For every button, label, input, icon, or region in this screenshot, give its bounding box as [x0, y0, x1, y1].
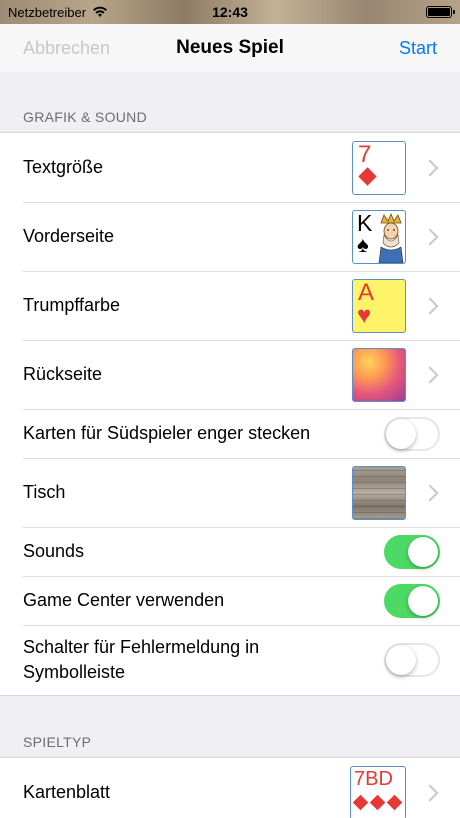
row-label: Tisch	[23, 482, 66, 502]
row-sounds: Sounds	[0, 527, 460, 576]
row-label: Sounds	[23, 541, 85, 561]
diamond-icon	[358, 166, 377, 186]
status-time: 12:43	[212, 4, 248, 20]
status-bar: Netzbetreiber 12:43	[0, 0, 460, 24]
card-back-preview-image	[352, 347, 406, 402]
sounds-toggle[interactable]	[384, 534, 440, 569]
row-text-size[interactable]: Textgröße 7	[0, 133, 460, 202]
row-trump-color[interactable]: Trumpffarbe A ♥	[0, 271, 460, 340]
ace-of-hearts-card-icon: A ♥	[352, 278, 406, 333]
carrier-name: Netzbetreiber	[8, 4, 87, 20]
row-game-center: Game Center verwenden	[0, 576, 460, 625]
row-label: Trumpffarbe	[23, 295, 121, 315]
tighter-cards-toggle[interactable]	[384, 416, 440, 451]
diamond-icon	[352, 794, 369, 810]
settings-group-graphics: Textgröße 7 Vorderseite K ♠ Trumpffarbe …	[0, 132, 460, 696]
row-front[interactable]: Vorderseite K ♠	[0, 202, 460, 271]
diamond-icon	[369, 794, 386, 810]
row-label: Schalter für Fehlermeldung in Symbolleis…	[23, 637, 260, 682]
card-ranks: 7BD	[354, 767, 393, 790]
seven-of-diamonds-card-icon: 7	[352, 140, 406, 195]
row-tighter-cards: Karten für Südspieler enger stecken	[0, 409, 460, 458]
row-label: Vorderseite	[23, 226, 115, 246]
chevron-right-icon	[421, 366, 439, 383]
game-center-toggle[interactable]	[384, 583, 440, 618]
row-label: Game Center verwenden	[23, 590, 225, 610]
wifi-icon	[93, 6, 108, 17]
navigation-bar: Abbrechen Neues Spiel Start	[0, 24, 460, 72]
card-rank: 7	[358, 140, 372, 168]
row-error-switch: Schalter für Fehlermeldung in Symbolleis…	[0, 625, 460, 695]
row-label: Kartenblatt	[23, 782, 111, 802]
table-texture-preview-image	[352, 465, 406, 520]
row-back[interactable]: Rückseite	[0, 340, 460, 409]
section-header-graphics: GRAFIK & SOUND	[23, 109, 147, 125]
king-figure-icon	[378, 212, 404, 263]
cancel-button[interactable]: Abbrechen	[23, 38, 110, 59]
diamond-icon	[386, 794, 403, 810]
king-of-spades-card-icon: K ♠	[352, 209, 406, 264]
chevron-right-icon	[421, 297, 439, 314]
heart-icon: ♥	[357, 301, 372, 329]
chevron-right-icon	[421, 484, 439, 501]
chevron-right-icon	[421, 159, 439, 176]
battery-icon	[426, 6, 455, 18]
page-title: Neues Spiel	[176, 37, 284, 58]
section-header-game-type: SPIELTYP	[23, 734, 92, 750]
row-table[interactable]: Tisch	[0, 458, 460, 527]
row-deck[interactable]: Kartenblatt 7BD	[0, 758, 460, 818]
start-button[interactable]: Start	[399, 38, 437, 59]
settings-group-game-type: Kartenblatt 7BD	[0, 757, 460, 818]
spade-icon: ♠	[357, 231, 369, 257]
deck-cards-icon: 7BD	[350, 765, 406, 818]
row-label: Textgröße	[23, 157, 104, 177]
error-switch-toggle[interactable]	[384, 643, 440, 677]
chevron-right-icon	[421, 228, 439, 245]
row-label: Rückseite	[23, 364, 103, 384]
carrier-info: Netzbetreiber	[8, 5, 108, 20]
chevron-right-icon	[421, 784, 439, 801]
row-label: Karten für Südspieler enger stecken	[23, 423, 311, 443]
